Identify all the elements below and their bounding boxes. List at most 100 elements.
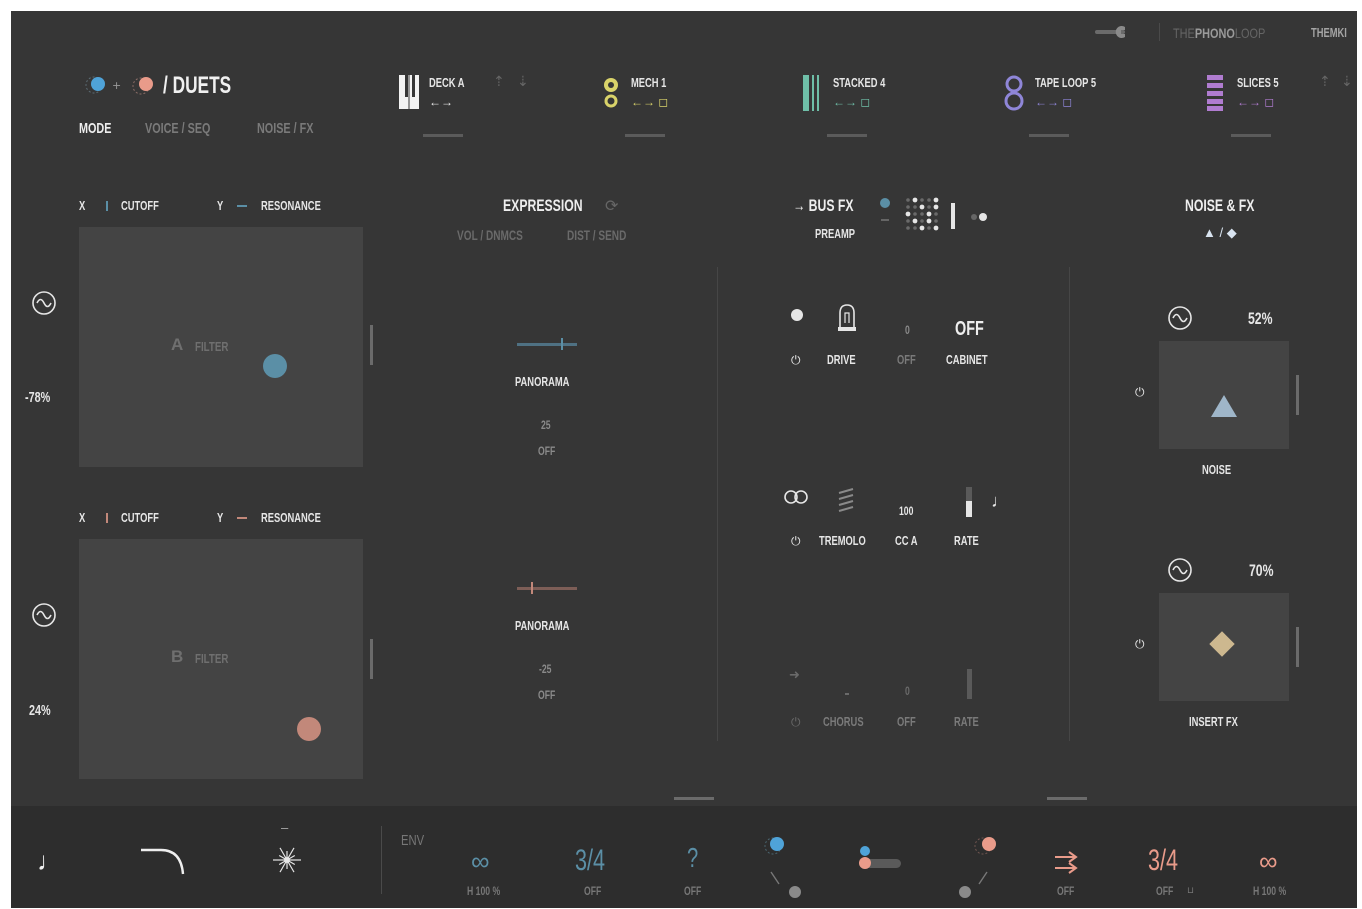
- voice-balance-icon[interactable]: [857, 846, 903, 870]
- right-loop-icon[interactable]: ∞: [1259, 846, 1278, 877]
- noise-value: 52%: [1248, 309, 1273, 328]
- expression-sub-dist[interactable]: DIST / SEND: [567, 227, 626, 243]
- deck-tape-loop-5-name[interactable]: TAPE LOOP 5: [1035, 75, 1096, 90]
- pad-b-cursor[interactable]: [297, 717, 321, 741]
- cabinet-value[interactable]: OFF: [955, 318, 984, 341]
- tube-icon[interactable]: [837, 303, 857, 333]
- insertfx-lfo-icon[interactable]: [1167, 557, 1193, 583]
- sparkle-icon[interactable]: [271, 844, 303, 876]
- lfo-a-icon[interactable]: [31, 290, 57, 316]
- note-icon[interactable]: ♩: [37, 846, 63, 877]
- deck-a-arrows[interactable]: ←→: [429, 95, 453, 109]
- right-time-signature[interactable]: 3/4: [1148, 844, 1178, 878]
- insertfx-pad[interactable]: [1159, 593, 1289, 701]
- shuffle-arrows-icon[interactable]: [1053, 850, 1083, 876]
- tremolo-wave-icon[interactable]: [837, 487, 855, 515]
- left-time-signature[interactable]: 3/4: [575, 844, 605, 878]
- voice-b-route-icon[interactable]: [951, 834, 1003, 898]
- noisefx-sub[interactable]: ▲ / ◆: [1203, 225, 1237, 241]
- deck-slices-upload-icon[interactable]: ⇡: [1319, 73, 1331, 90]
- deck-slices-5-indicator: [1231, 134, 1271, 137]
- pad-b-y-label: Y: [217, 510, 224, 525]
- tremolo-power-icon[interactable]: ⏻: [791, 534, 801, 549]
- noise-pad[interactable]: [1159, 341, 1289, 449]
- drive-value[interactable]: 0: [905, 323, 910, 337]
- right-loop-caption: H 100 %: [1253, 884, 1287, 898]
- chorus-state: OFF: [897, 714, 916, 729]
- tape-loop-icon[interactable]: [1004, 75, 1025, 111]
- left-loop-icon[interactable]: ∞: [471, 846, 490, 877]
- pad-a-y-marker: [237, 205, 247, 207]
- panel-grip-left[interactable]: [674, 797, 714, 800]
- drive-power-icon[interactable]: ⏻: [791, 353, 801, 368]
- wrench-icon[interactable]: [1095, 25, 1139, 39]
- pad-a-x-param[interactable]: CUTOFF: [121, 198, 159, 213]
- pad-a-name: FILTER: [195, 339, 229, 354]
- expression-reset-icon[interactable]: ⟳: [605, 196, 618, 216]
- chorus-rate-slider[interactable]: [967, 669, 972, 699]
- xy-pad-a[interactable]: A FILTER: [79, 227, 363, 467]
- lfo-b-value: 24%: [29, 702, 51, 719]
- slices-icon[interactable]: [1207, 75, 1227, 111]
- pad-b-letter: B: [171, 647, 184, 666]
- panel-grip-right[interactable]: [1047, 797, 1087, 800]
- deck-stacked-4-arrows[interactable]: ←→ ◻: [833, 95, 870, 109]
- piano-icon[interactable]: [399, 75, 421, 109]
- panorama-b-slider[interactable]: [517, 581, 579, 595]
- tremolo-rate-slider[interactable]: [966, 487, 972, 517]
- chorus-value[interactable]: 0: [905, 684, 910, 698]
- user-name[interactable]: THEMKI: [1311, 25, 1347, 40]
- deck-mech-1-name[interactable]: MECH 1: [631, 75, 666, 90]
- noise-handle[interactable]: [1296, 375, 1299, 415]
- tab-noise-fx[interactable]: NOISE / FX: [257, 120, 313, 137]
- xy-pad-b[interactable]: B FILTER: [79, 539, 363, 779]
- bars-icon[interactable]: [803, 75, 827, 111]
- chorus-power-icon[interactable]: ⏻: [791, 715, 801, 730]
- panorama-a-slider[interactable]: [517, 337, 579, 351]
- insertfx-power-icon[interactable]: ⏻: [1135, 637, 1145, 652]
- tremolo-label: TREMOLO: [819, 533, 866, 548]
- chorus-depth-icon[interactable]: [845, 693, 849, 695]
- tremolo-rings-icon[interactable]: [783, 489, 811, 505]
- noise-power-icon[interactable]: ⏻: [1135, 385, 1145, 400]
- lfo-b-icon[interactable]: [31, 602, 57, 628]
- page-title: / DUETS: [163, 72, 232, 99]
- deck-mech-1-arrows[interactable]: ←→ ◻: [631, 95, 668, 109]
- deck-a-download-icon[interactable]: ⇣: [517, 73, 529, 90]
- chorus-arrow-icon[interactable]: ➜: [789, 667, 800, 683]
- deck-slices-download-icon[interactable]: ⇣: [1341, 73, 1353, 90]
- tremolo-value[interactable]: 100: [899, 504, 913, 518]
- question-icon[interactable]: ?: [687, 842, 698, 874]
- envelope-curve-icon[interactable]: [139, 846, 187, 876]
- right-sig-mini-icon[interactable]: ⊔: [1187, 885, 1194, 896]
- drive-indicator[interactable]: [791, 309, 803, 321]
- busfx-grid-icon[interactable]: [905, 197, 939, 231]
- deck-slices-5-name[interactable]: SLICES 5: [1237, 75, 1279, 90]
- busfx-color-dot[interactable]: [879, 197, 891, 227]
- deck-tape-loop-5-arrows[interactable]: ←→ ◻: [1035, 95, 1072, 109]
- pad-b-y-param[interactable]: RESONANCE: [261, 510, 321, 525]
- deck-slices-5-arrows[interactable]: ←→ ◻: [1237, 95, 1274, 109]
- deck-a-name[interactable]: DECK A: [429, 75, 465, 90]
- noise-lfo-icon[interactable]: [1167, 305, 1193, 331]
- expression-sub-vol[interactable]: VOL / DNMCS: [457, 227, 523, 243]
- voice-a-route-icon[interactable]: [759, 834, 807, 898]
- pad-a-cursor[interactable]: [263, 354, 287, 378]
- insertfx-handle[interactable]: [1296, 627, 1299, 667]
- tremolo-note-icon[interactable]: ♩: [991, 491, 1009, 512]
- pad-b-x-param[interactable]: CUTOFF: [121, 510, 159, 525]
- busfx-level-bar[interactable]: [951, 203, 955, 229]
- drive-label: DRIVE: [827, 352, 856, 367]
- deck-stacked-4-name[interactable]: STACKED 4: [833, 75, 885, 90]
- tab-voice-seq[interactable]: VOICE / SEQ: [145, 120, 210, 137]
- tab-mode[interactable]: MODE: [79, 120, 111, 137]
- busfx-toggle[interactable]: [969, 209, 991, 221]
- pad-a-y-param[interactable]: RESONANCE: [261, 198, 321, 213]
- pad-b-handle[interactable]: [370, 639, 373, 679]
- left-time-signature-caption: OFF: [584, 884, 602, 898]
- busfx-sub[interactable]: PREAMP: [815, 226, 855, 241]
- insertfx-value: 70%: [1249, 561, 1274, 580]
- deck-a-upload-icon[interactable]: ⇡: [493, 73, 505, 90]
- gear-icon[interactable]: [601, 75, 623, 109]
- pad-a-handle[interactable]: [370, 325, 373, 365]
